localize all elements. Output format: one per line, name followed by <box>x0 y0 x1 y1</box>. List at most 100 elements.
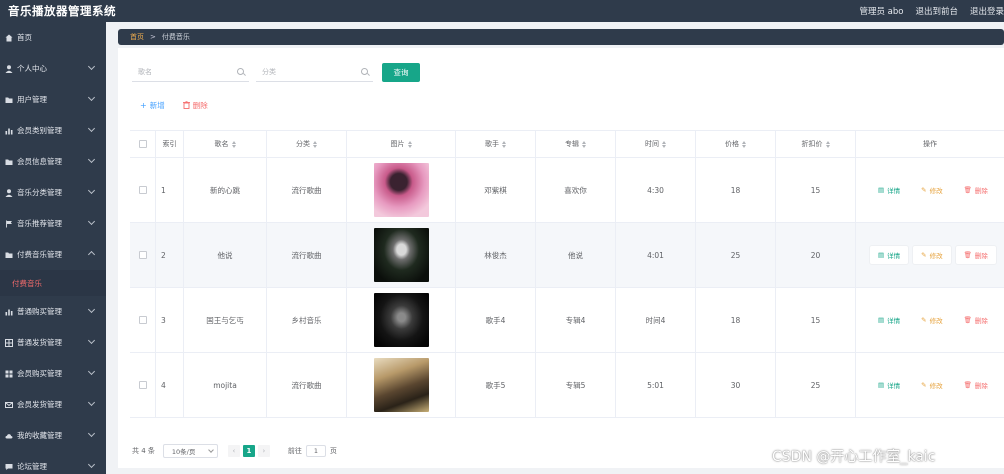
header-time[interactable]: 时间 <box>616 131 696 157</box>
detail-button[interactable]: ▤ 详情 <box>870 376 908 394</box>
modify-button[interactable]: ✎ 修改 <box>913 311 950 329</box>
delete-button[interactable]: 🗑︎ 删除 <box>956 311 996 329</box>
delete-button[interactable]: 🗑︎ 删除 <box>956 376 996 394</box>
to-front-link[interactable]: 退出到前台 <box>915 5 958 17</box>
header-discount[interactable]: 折扣价 <box>776 131 856 157</box>
table-header-row: 索引 歌名 分类 图片 歌手 专辑 时间 价格 折扣价 操作 <box>130 131 1004 158</box>
header-label: 图片 <box>390 140 405 148</box>
trash-icon: 🗑︎ <box>963 251 972 259</box>
sidebar-item-member-purchase[interactable]: 会员购买管理 <box>0 358 106 389</box>
table-row: 3 国王与乞丐 乡村音乐 歌手4 专辑4 时间4 18 15 ▤ 详情 ✎ 修改 🗑… <box>130 288 1004 353</box>
prev-page-button[interactable]: ‹ <box>227 445 240 457</box>
sidebar-item-paid-music[interactable]: 付费音乐管理 <box>0 239 106 270</box>
time-cell: 时间4 <box>616 288 696 352</box>
category-search-field[interactable] <box>256 62 373 82</box>
batch-delete-button[interactable]: 删除 <box>182 100 208 111</box>
table-row: 1 新的心跳 流行歌曲 邓紫棋 喜欢你 4:30 18 15 ▤ 详情 ✎ 修改 🗑… <box>130 158 1004 223</box>
row-checkbox[interactable] <box>138 251 147 259</box>
operations-cell: ▤ 详情 ✎ 修改 🗑︎ 删除 <box>856 353 1004 417</box>
detail-label: 详情 <box>887 252 901 260</box>
row-checkbox[interactable] <box>138 316 147 324</box>
index-cell: 2 <box>156 223 184 287</box>
detail-label: 详情 <box>887 382 901 390</box>
sidebar-item-forum[interactable]: 论坛管理 <box>0 451 106 474</box>
modify-button[interactable]: ✎ 修改 <box>913 246 951 264</box>
header-label: 操作 <box>923 140 937 148</box>
detail-button[interactable]: ▤ 详情 <box>870 181 908 199</box>
query-button[interactable]: 查询 <box>382 62 420 82</box>
sidebar-item-label: 付费音乐管理 <box>17 250 62 259</box>
goto-page-input[interactable]: 1 <box>305 445 326 457</box>
top-bar: 音乐播放器管理系统 管理员 abo 退出到前台 退出登录 <box>0 0 1004 22</box>
image-cell <box>347 353 456 417</box>
sidebar-subitem-paid-music[interactable]: 付费音乐 <box>0 270 106 296</box>
detail-button[interactable]: ▤ 详情 <box>870 246 909 264</box>
discount-cell: 15 <box>776 158 856 222</box>
sidebar-item-label: 会员类别管理 <box>17 126 62 135</box>
price-cell: 18 <box>696 288 776 352</box>
sidebar-item-profile[interactable]: 个人中心 <box>0 53 106 84</box>
table-row: 4 mojita 流行歌曲 歌手5 专辑5 5:01 30 25 ▤ 详情 ✎ 修改… <box>130 353 1004 418</box>
page-size-select[interactable]: 10条/页 <box>162 444 218 458</box>
chart-icon <box>5 308 13 316</box>
sidebar-item-music-category[interactable]: 音乐分类管理 <box>0 177 106 208</box>
song-search-input[interactable] <box>138 67 218 76</box>
edit-icon: ✎ <box>921 316 927 324</box>
album-cover-image <box>373 293 429 347</box>
admin-label: 管理员 abo <box>859 7 904 17</box>
operations-cell: ▤ 详情 ✎ 修改 🗑︎ 删除 <box>856 158 1004 222</box>
sidebar-item-member-info[interactable]: 会员信息管理 <box>0 146 106 177</box>
delete-button[interactable]: 🗑︎ 删除 <box>955 246 996 264</box>
singer-cell: 歌手4 <box>456 288 536 352</box>
delete-button[interactable]: 🗑︎ 删除 <box>956 181 996 199</box>
header-singer[interactable]: 歌手 <box>456 131 536 157</box>
sort-icon <box>582 140 586 148</box>
header-category[interactable]: 分类 <box>267 131 347 157</box>
select-all-checkbox[interactable] <box>138 140 147 148</box>
index-cell: 3 <box>156 288 184 352</box>
document-icon: ▤ <box>878 381 885 389</box>
header-label: 分类 <box>296 140 310 148</box>
sidebar-item-label: 会员发货管理 <box>17 400 62 409</box>
music-table: 索引 歌名 分类 图片 歌手 专辑 时间 价格 折扣价 操作 1 新的心跳 流行… <box>130 130 1004 418</box>
sidebar-item-favorites[interactable]: 我的收藏管理 <box>0 420 106 451</box>
sidebar: 首页 个人中心 用户管理 会员类别管理 会员信息管理 音乐分类管理 音乐推荐管理… <box>0 22 106 474</box>
mail-icon <box>5 401 13 409</box>
header-price[interactable]: 价格 <box>696 131 776 157</box>
image-cell <box>347 223 456 287</box>
header-album[interactable]: 专辑 <box>536 131 616 157</box>
name-cell: 新的心跳 <box>184 158 267 222</box>
chevron-down-icon <box>87 155 96 164</box>
logout-link[interactable]: 退出登录 <box>970 5 1004 17</box>
album-cover-image <box>373 163 429 217</box>
header-name[interactable]: 歌名 <box>184 131 267 157</box>
header-image[interactable]: 图片 <box>347 131 456 157</box>
add-button[interactable]: + 新增 <box>140 100 165 111</box>
sidebar-item-normal-delivery[interactable]: 普通发货管理 <box>0 327 106 358</box>
header-label: 时间 <box>645 140 659 148</box>
sidebar-item-member-type[interactable]: 会员类别管理 <box>0 115 106 146</box>
breadcrumb-home[interactable]: 首页 <box>130 32 144 42</box>
row-checkbox[interactable] <box>138 186 147 194</box>
sidebar-item-music-recommend[interactable]: 音乐推荐管理 <box>0 208 106 239</box>
name-cell: 他说 <box>184 223 267 287</box>
sidebar-item-users[interactable]: 用户管理 <box>0 84 106 115</box>
song-search-field[interactable] <box>132 62 249 82</box>
trash-icon: 🗑︎ <box>963 316 972 324</box>
breadcrumb: 首页 > 付费音乐 <box>118 29 1004 45</box>
document-icon: ▤ <box>878 316 885 324</box>
header-label: 索引 <box>162 140 177 148</box>
modify-button[interactable]: ✎ 修改 <box>913 181 950 199</box>
sidebar-item-member-delivery[interactable]: 会员发货管理 <box>0 389 106 420</box>
row-checkbox[interactable] <box>138 381 147 389</box>
sidebar-item-normal-purchase[interactable]: 普通购买管理 <box>0 296 106 327</box>
header-checkbox-cell <box>130 131 156 157</box>
category-search-input[interactable] <box>262 67 342 76</box>
sidebar-item-home[interactable]: 首页 <box>0 22 106 53</box>
detail-button[interactable]: ▤ 详情 <box>870 311 908 329</box>
operations-cell: ▤ 详情 ✎ 修改 🗑︎ 删除 <box>856 223 1004 287</box>
modify-button[interactable]: ✎ 修改 <box>913 376 950 394</box>
next-page-button[interactable]: › <box>257 445 270 457</box>
page-number-active[interactable]: 1 <box>242 445 255 457</box>
time-cell: 5:01 <box>616 353 696 417</box>
